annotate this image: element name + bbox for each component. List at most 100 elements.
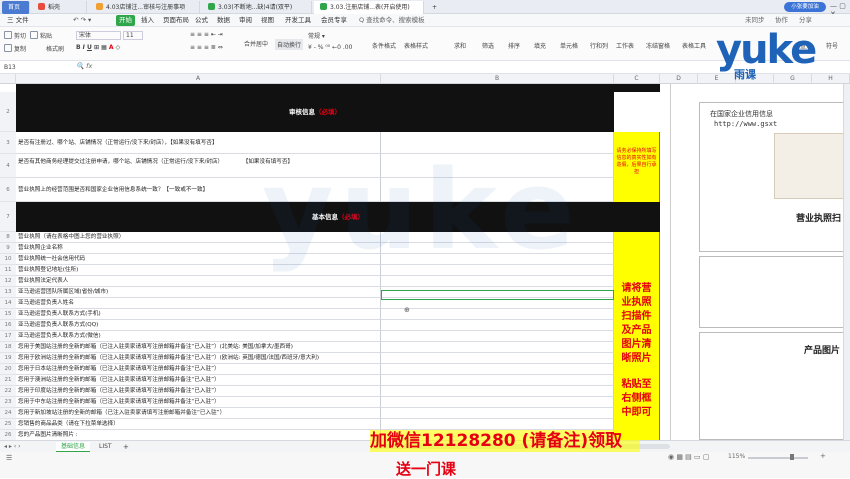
- font-name-select[interactable]: 宋体: [76, 31, 121, 40]
- cell-b16[interactable]: [381, 320, 614, 331]
- cell-a19[interactable]: 您用于欧洲站注册的全新的邮箱（已注入驻卖家请填写注册邮箱并备注“已入驻”）(欧洲…: [16, 353, 381, 364]
- cell-b22[interactable]: [381, 386, 614, 397]
- font-size-select[interactable]: 11: [123, 31, 143, 40]
- menu-developer[interactable]: 开发工具: [282, 15, 314, 26]
- cell-a26[interactable]: 您的产品图片清晰照片 :: [16, 430, 381, 440]
- cell-b12[interactable]: [381, 276, 614, 287]
- row-number[interactable]: 21: [0, 375, 16, 386]
- cell-b24[interactable]: [381, 408, 614, 419]
- cell-a21[interactable]: 您用于澳洲站注册的全新的邮箱（已注入驻卖家请填写注册邮箱并备注“已入驻”）: [16, 375, 381, 386]
- column-header-a[interactable]: A: [16, 74, 381, 84]
- select-all-corner[interactable]: [0, 74, 16, 84]
- sort-button[interactable]: 排序: [508, 41, 520, 50]
- column-header-d[interactable]: D: [660, 74, 698, 84]
- zoom-level[interactable]: 115%: [728, 453, 745, 460]
- view-mode-icons[interactable]: ◉ ▦ ▤ ▭ ▢: [668, 453, 709, 461]
- conditional-format-button[interactable]: 条件格式: [372, 41, 396, 50]
- align-buttons-top[interactable]: ≡ ≡ ≡ ⇤ ⇥: [190, 31, 223, 38]
- selected-cell-b13[interactable]: [381, 290, 614, 300]
- number-format-select[interactable]: 常规 ▾: [308, 31, 325, 40]
- tab-doc-1[interactable]: 4.03店铺注...审核与注册事项: [90, 1, 200, 14]
- menu-view[interactable]: 视图: [258, 15, 277, 26]
- row-number[interactable]: 25: [0, 419, 16, 430]
- vertical-scrollbar[interactable]: [843, 84, 850, 440]
- cell-a16[interactable]: 亚马逊运营负责人联系方式(QQ): [16, 320, 381, 331]
- cell-a17[interactable]: 亚马逊运营负责人联系方式(微信): [16, 331, 381, 342]
- row-number[interactable]: 3: [0, 132, 16, 154]
- row-number[interactable]: 4: [0, 154, 16, 178]
- row-number[interactable]: 26: [0, 430, 16, 440]
- number-format-buttons[interactable]: ¥ - % ⁰⁰ ←0 .00: [308, 44, 352, 51]
- sum-button[interactable]: 求和: [454, 41, 466, 50]
- tab-docer[interactable]: 稻壳: [32, 1, 87, 14]
- sheet-nav-arrows[interactable]: ◂ ▸ ‹ ›: [4, 443, 21, 450]
- cell-b25[interactable]: [381, 419, 614, 430]
- row-number[interactable]: 17: [0, 331, 16, 342]
- cell-a15[interactable]: 亚马逊运营负责人联系方式(手机): [16, 309, 381, 320]
- sheet-tab-list[interactable]: LIST: [94, 442, 117, 452]
- sync-status[interactable]: 未同步: [742, 15, 768, 26]
- add-sheet-button[interactable]: +: [118, 442, 134, 452]
- menu-formula[interactable]: 公式: [192, 15, 211, 26]
- undo-redo-icons[interactable]: ↶ ↷ ▾: [70, 15, 94, 26]
- paste-button[interactable]: 粘贴: [30, 31, 52, 40]
- row-number[interactable]: 9: [0, 243, 16, 254]
- tab-doc-2[interactable]: 3.03(不断地...缺)4请(双平): [202, 1, 312, 14]
- zoom-in-icon[interactable]: +: [820, 452, 826, 460]
- sheet-tab-basic[interactable]: 基础信息: [56, 442, 91, 452]
- table-tools-button[interactable]: 表格工具: [682, 41, 706, 50]
- worksheet-button[interactable]: 工作表: [616, 41, 634, 50]
- row-number[interactable]: 12: [0, 276, 16, 287]
- row-number[interactable]: 16: [0, 320, 16, 331]
- user-badge[interactable]: 小张要加油: [784, 2, 826, 12]
- menu-start[interactable]: 开始: [116, 15, 135, 26]
- freeze-panes-button[interactable]: 冻结窗格: [646, 41, 670, 50]
- cell-a18[interactable]: 您用于美国站注册的全新的邮箱（已注入驻卖家请填写注册邮箱并备注“已入驻”）(北美…: [16, 342, 381, 353]
- zoom-slider-thumb[interactable]: [790, 454, 794, 460]
- cell-a22[interactable]: 您用于印度站注册的全新的邮箱（已注入驻卖家请填写注册邮箱并备注“已入驻”）: [16, 386, 381, 397]
- column-header-h[interactable]: H: [812, 74, 850, 84]
- column-header-b[interactable]: B: [381, 74, 614, 84]
- new-tab-button[interactable]: +: [426, 1, 438, 14]
- merge-center-button[interactable]: 合并居中: [244, 39, 268, 48]
- row-number[interactable]: 7: [0, 202, 16, 232]
- collab-button[interactable]: 协作: [772, 15, 791, 26]
- filter-button[interactable]: 筛选: [482, 41, 494, 50]
- row-col-button[interactable]: 行和列: [590, 41, 608, 50]
- tab-home[interactable]: 首页: [2, 1, 30, 14]
- fill-button[interactable]: 填充: [534, 41, 546, 50]
- cell-reference-box[interactable]: B13: [4, 63, 44, 72]
- row-number[interactable]: 14: [0, 298, 16, 309]
- row-number[interactable]: 11: [0, 265, 16, 276]
- column-header-e[interactable]: E: [698, 74, 736, 84]
- column-header-c[interactable]: C: [614, 74, 660, 84]
- cell-a20[interactable]: 您用于日本站注册的全新的邮箱（已注入驻卖家请填写注册邮箱并备注“已入驻”）: [16, 364, 381, 375]
- row-number[interactable]: 2: [0, 92, 16, 132]
- cell-b15[interactable]: [381, 309, 614, 320]
- copy-button[interactable]: 复制: [4, 44, 26, 53]
- menu-file[interactable]: 三 文件: [4, 15, 32, 26]
- cell-b18[interactable]: [381, 342, 614, 353]
- formula-icons[interactable]: 🔍 fx: [76, 62, 92, 70]
- row-number[interactable]: 13: [0, 287, 16, 298]
- search-command[interactable]: Q 查找命令、搜索模板: [356, 15, 428, 26]
- row-number[interactable]: 6: [0, 178, 16, 202]
- cell-a13[interactable]: 亚马逊运营团队所属区域(省份/城市): [16, 287, 381, 298]
- row-number[interactable]: 19: [0, 353, 16, 364]
- menu-insert[interactable]: 插入: [138, 15, 157, 26]
- wrap-text-button[interactable]: 自动换行: [275, 39, 304, 50]
- row-number[interactable]: 24: [0, 408, 16, 419]
- row-number[interactable]: 8: [0, 232, 16, 243]
- cell-button[interactable]: 单元格: [560, 41, 578, 50]
- cell-a23[interactable]: 您用于中东站注册的全新的邮箱（已注入驻卖家请填写注册邮箱并备注“已入驻”）: [16, 397, 381, 408]
- row-number[interactable]: 18: [0, 342, 16, 353]
- zoom-slider[interactable]: [748, 457, 808, 459]
- column-header-g[interactable]: G: [774, 74, 812, 84]
- font-style-buttons[interactable]: B I U ⊞ ▦ A ◇: [76, 44, 120, 51]
- row-number[interactable]: 15: [0, 309, 16, 320]
- menu-page-layout[interactable]: 页面布局: [160, 15, 192, 26]
- cell-b21[interactable]: [381, 375, 614, 386]
- cell-b20[interactable]: [381, 364, 614, 375]
- cut-button[interactable]: 剪切: [4, 31, 26, 40]
- cell-b19[interactable]: [381, 353, 614, 364]
